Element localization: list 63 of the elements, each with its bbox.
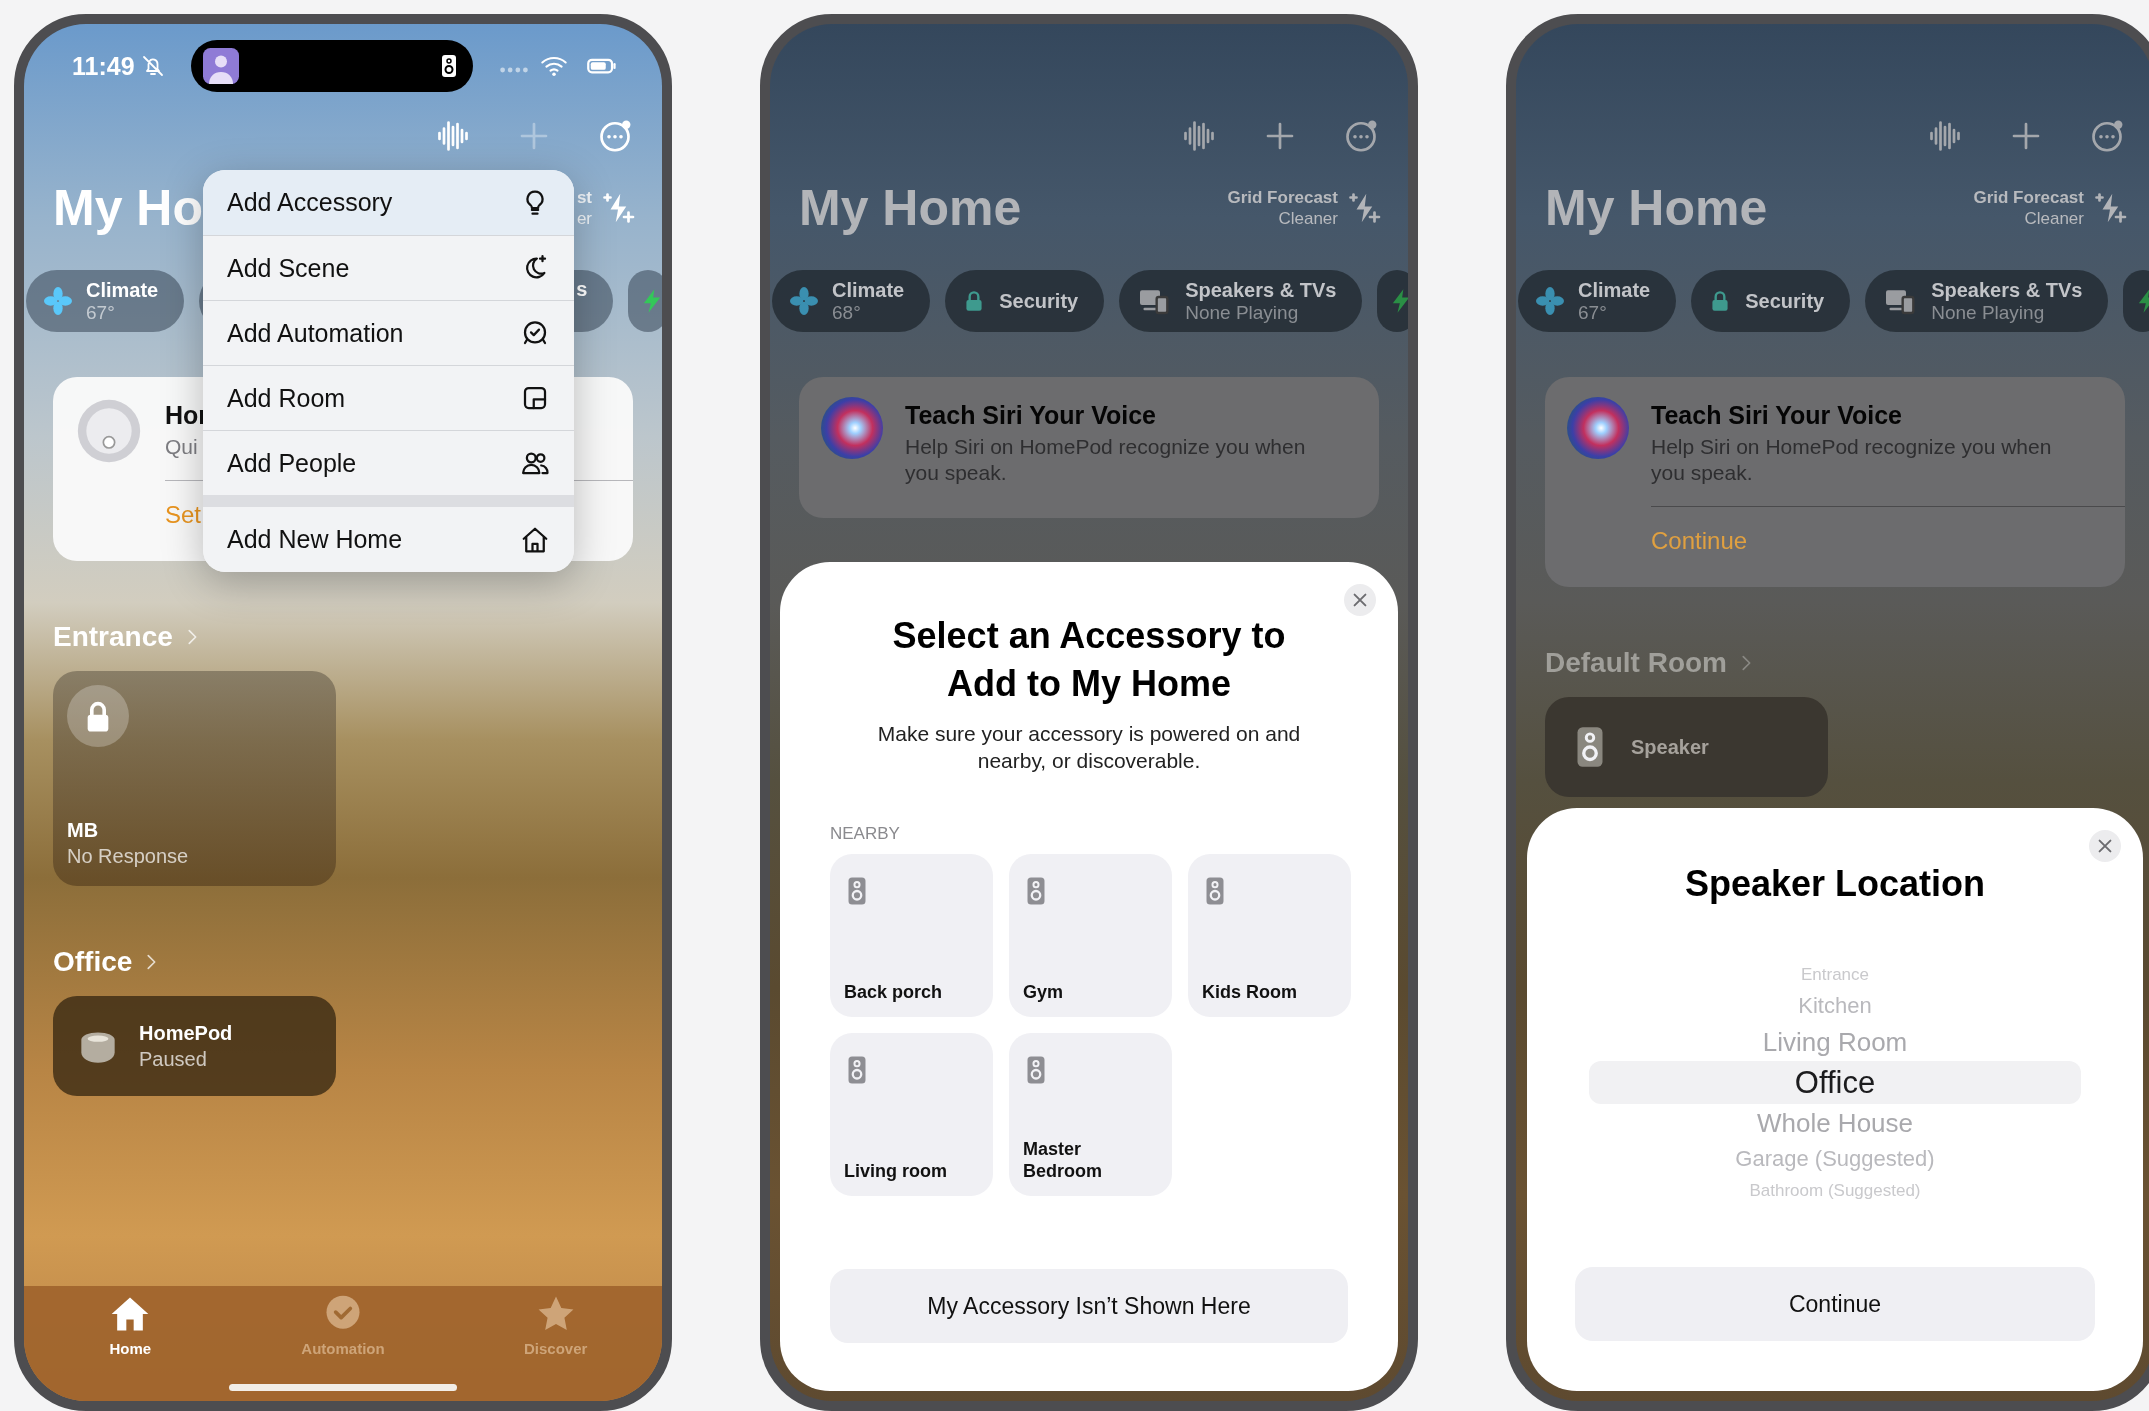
category-chip[interactable]: Climate 68° <box>772 270 931 332</box>
accessory-tile[interactable]: Living room <box>830 1033 993 1196</box>
fan-icon <box>42 285 74 317</box>
forecast-label: st <box>576 187 592 208</box>
tab-item[interactable]: Home <box>108 1292 153 1357</box>
card-description: Help Siri on HomePod recognize you when you speak. <box>905 434 1307 486</box>
category-chip[interactable]: Climate 67° <box>1518 270 1677 332</box>
waveform-icon[interactable] <box>435 118 471 154</box>
menu-item[interactable]: Add Room <box>203 365 574 430</box>
card-title: Teach Siri Your Voice <box>1651 401 1903 430</box>
lock-icon <box>67 685 129 747</box>
menu-item[interactable]: Add New Home <box>203 495 574 572</box>
card-description: Qui <box>165 434 199 460</box>
accessory-tile[interactable]: Gym <box>1009 854 1172 1017</box>
continue-button[interactable]: Continue <box>1575 1267 2095 1341</box>
bell-slash-icon <box>140 54 165 78</box>
forecast-label: Grid Forecast <box>1227 187 1338 208</box>
home-title: My Ho <box>53 179 203 237</box>
avatar-placeholder <box>202 48 239 84</box>
category-chip[interactable]: Security <box>1691 270 1851 332</box>
sheet-subtitle: Make sure your accessory is powered on and nearby, or discoverable. <box>876 721 1302 774</box>
menu-item[interactable]: Add Accessory <box>203 170 574 235</box>
room-heading[interactable]: Office <box>53 946 133 978</box>
accessory-tile[interactable]: Back porch <box>830 854 993 1017</box>
menu-item[interactable]: Add People <box>203 430 574 495</box>
accessory-tile[interactable]: Kids Room <box>1188 854 1351 1017</box>
accessory-tile[interactable]: HomePod Paused <box>53 996 336 1096</box>
forecast-value: Cleaner <box>1278 208 1338 229</box>
sheet-button[interactable]: My Accessory Isn’t Shown Here <box>830 1269 1348 1343</box>
picker-option[interactable]: Office <box>1589 1061 2081 1104</box>
accessory-tile[interactable]: Speaker <box>1545 697 1828 797</box>
more-icon[interactable] <box>1343 118 1379 154</box>
home-title: My Home <box>1545 179 1768 237</box>
category-chip[interactable]: Speakers & TVs None Playing <box>1865 270 2109 332</box>
signal-icon <box>499 67 529 73</box>
more-icon[interactable] <box>2089 118 2125 154</box>
fan-icon <box>1534 285 1566 317</box>
close-icon[interactable] <box>1344 584 1376 616</box>
clock-time: 11:49 <box>72 51 135 81</box>
category-chip[interactable]: Climate 67° <box>26 270 185 332</box>
category-chip[interactable] <box>628 270 662 332</box>
section-label: NEARBY <box>830 824 900 844</box>
dial-icon <box>75 397 143 465</box>
accessory-tile[interactable]: Master Bedroom <box>1009 1033 1172 1196</box>
menu-item[interactable]: Add Scene <box>203 235 574 300</box>
card-description: Help Siri on HomePod recognize you when you speak. <box>1651 434 2053 486</box>
close-icon[interactable] <box>2089 830 2121 862</box>
accessory-tile[interactable]: MB No Response <box>53 671 336 886</box>
category-chip[interactable]: Security <box>945 270 1105 332</box>
card-title: Teach Siri Your Voice <box>905 401 1157 430</box>
fan-icon <box>788 285 820 317</box>
forecast-value: er <box>576 208 592 229</box>
sheet-title: Select an Accessory to Add to My Home <box>891 614 1287 706</box>
menu-item[interactable]: Add Automation <box>203 300 574 365</box>
more-icon[interactable] <box>597 118 633 154</box>
waveform-icon[interactable] <box>1181 118 1217 154</box>
category-chip[interactable] <box>1377 270 1408 332</box>
waveform-icon[interactable] <box>1927 118 1963 154</box>
forecast-label: Grid Forecast <box>1973 187 2084 208</box>
forecast-value: Cleaner <box>2024 208 2084 229</box>
sheet-title: Speaker Location <box>1684 862 1986 906</box>
category-chip[interactable]: Speakers & TVs None Playing <box>1119 270 1363 332</box>
home-title: My Home <box>799 179 1022 237</box>
